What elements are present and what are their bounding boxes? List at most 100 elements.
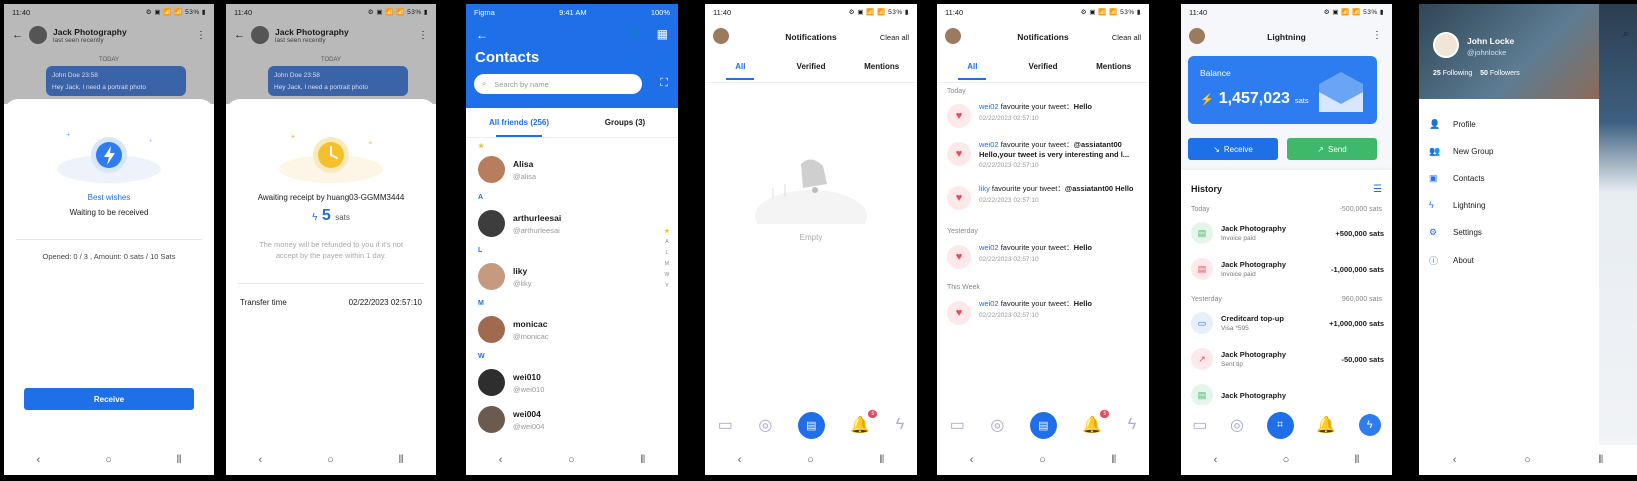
back-nav-icon[interactable]: ‹ (36, 454, 40, 466)
search-icon[interactable]: ⌕ (1623, 28, 1629, 41)
tab-all[interactable]: All (937, 62, 1008, 84)
home-nav-icon[interactable]: ○ (327, 454, 334, 466)
drawer-item-lightning[interactable]: ϟ Lightning (1429, 200, 1485, 210)
index-item[interactable]: A (664, 237, 670, 248)
clean-all-button[interactable]: Clean all (1112, 33, 1141, 42)
notif-user[interactable]: wei02 (979, 299, 999, 308)
receive-button[interactable]: ↘ Receive (1188, 138, 1278, 160)
grid-icon[interactable]: ▦ (657, 27, 668, 41)
back-nav-icon[interactable]: ‹ (499, 454, 503, 466)
index-item[interactable]: M (664, 259, 670, 270)
scan-icon[interactable]: ⛶ (660, 77, 668, 90)
recents-nav-icon[interactable]: ⦀ (1111, 454, 1116, 467)
group-icon: 👥 (1429, 146, 1441, 156)
following-label[interactable]: Following (1443, 70, 1473, 77)
notification-item[interactable]: ♥ wei02 favourite your tweet：Hello 02/22/2… (947, 299, 1143, 325)
message-fab-icon[interactable]: ▤ (797, 411, 825, 439)
chat-icon[interactable]: ▭ (950, 415, 965, 435)
more-icon[interactable]: ⋮ (418, 30, 428, 41)
home-nav-icon[interactable]: ○ (1524, 454, 1531, 466)
avatar[interactable] (1433, 32, 1459, 58)
drawer-item-new-group[interactable]: 👥 New Group (1429, 146, 1493, 157)
list-item[interactable]: arthurleesai @arthurleesai (478, 210, 561, 237)
tab-verified[interactable]: Verified (776, 62, 847, 84)
tab-groups[interactable]: Groups (3) (572, 108, 678, 137)
alphabet-index[interactable]: ★ A L M W Y (664, 226, 670, 292)
home-nav-icon[interactable]: ○ (568, 454, 575, 466)
recents-nav-icon[interactable]: ⦀ (177, 454, 182, 467)
tab-mentions[interactable]: Mentions (846, 62, 917, 84)
drawer-item-contacts[interactable]: ▣ Contacts (1429, 173, 1485, 184)
back-nav-icon[interactable]: ‹ (738, 454, 742, 466)
lightning-tab-icon[interactable]: ϟ (1358, 414, 1381, 436)
compass-icon[interactable]: ◎ (1230, 415, 1244, 435)
tab-verified[interactable]: Verified (1008, 62, 1079, 84)
home-nav-icon[interactable]: ○ (1039, 454, 1046, 466)
recents-nav-icon[interactable]: ⦀ (1598, 454, 1603, 467)
list-item[interactable]: liky @liky (478, 263, 531, 290)
notification-item[interactable]: ♥ wei02 favourite your tweet：Hello 02/22/2… (947, 102, 1143, 128)
list-item[interactable]: wei004 @wei004 (478, 406, 544, 433)
clean-all-button[interactable]: Clean all (880, 33, 909, 42)
compass-icon[interactable]: ◎ (990, 415, 1004, 435)
bell-icon[interactable]: 🔔 (1316, 415, 1336, 435)
drawer-item-profile[interactable]: 👤 Profile (1429, 119, 1476, 130)
home-nav-icon[interactable]: ○ (1283, 454, 1290, 466)
back-nav-icon[interactable]: ‹ (1214, 454, 1218, 466)
notif-user[interactable]: wei02 (979, 243, 999, 252)
back-nav-icon[interactable]: ‹ (258, 454, 262, 466)
tab-all[interactable]: All (705, 62, 776, 84)
notif-user[interactable]: liky (979, 184, 990, 193)
bell-icon[interactable]: 🔔 5 (1082, 410, 1110, 435)
lightning-icon[interactable]: ϟ (1128, 416, 1136, 434)
transaction-row[interactable]: ▭ Creditcard top-up Visa *595 +1,000,000 sa… (1191, 312, 1384, 334)
transaction-row[interactable]: ▤ Jack Photography (1191, 384, 1384, 406)
list-item[interactable]: Alisa @alisa (478, 156, 536, 183)
compass-icon[interactable]: ◎ (758, 415, 772, 435)
notification-item[interactable]: ♥ liky favourite your tweet：@assiatant00 … (947, 184, 1143, 210)
recents-nav-icon[interactable]: ⦀ (879, 454, 884, 467)
tab-all-friends[interactable]: All friends (256) (466, 108, 572, 137)
drawer-item-about[interactable]: ⓘ About (1429, 254, 1474, 267)
followers-count: 50 (1480, 70, 1488, 77)
recents-nav-icon[interactable]: ⦀ (640, 454, 645, 467)
add-contact-icon[interactable]: 👤 (630, 28, 642, 39)
drawer-item-settings[interactable]: ⚙ Settings (1429, 227, 1482, 238)
notif-user[interactable]: wei02 (979, 140, 999, 149)
transaction-row[interactable]: ▤ Jack Photography Invoice paid +500,000 sa… (1191, 222, 1384, 244)
transaction-row[interactable]: ▤ Jack Photography Invoice paid -1,000,000 … (1191, 258, 1384, 280)
chat-icon[interactable]: ▭ (718, 415, 733, 435)
lightning-icon[interactable]: ϟ (896, 416, 904, 434)
tab-mentions[interactable]: Mentions (1078, 62, 1149, 84)
followers-label[interactable]: Followers (1490, 70, 1520, 77)
transaction-row[interactable]: ↗ Jack Photography Sent tip -50,000 sats (1191, 348, 1384, 370)
index-item[interactable]: L (664, 248, 670, 259)
index-item[interactable]: Y (664, 281, 670, 292)
search-input[interactable]: ⌕ Search by name (474, 74, 642, 94)
notification-item[interactable]: ♥ wei02 favourite your tweet：Hello 02/22/2… (947, 243, 1143, 269)
send-button[interactable]: ↗ Send (1287, 138, 1377, 160)
home-nav-icon[interactable]: ○ (807, 454, 814, 466)
list-item[interactable]: wei010 @wei010 (478, 369, 544, 396)
notification-item[interactable]: ♥ wei02 favourite your tweet：@assiatant00… (947, 140, 1143, 169)
index-item[interactable]: W (664, 270, 670, 281)
more-icon[interactable]: ⋮ (196, 30, 206, 41)
message-fab-icon[interactable]: ▤ (1029, 411, 1057, 439)
back-icon[interactable]: ← (476, 28, 488, 42)
receive-button[interactable]: Receive (24, 388, 194, 410)
scan-fab-icon[interactable]: ⌗ (1266, 411, 1294, 439)
back-nav-icon[interactable]: ‹ (1453, 454, 1457, 466)
recents-nav-icon[interactable]: ⦀ (1354, 454, 1359, 467)
recents-nav-icon[interactable]: ⦀ (399, 454, 404, 467)
index-item[interactable]: ★ (664, 226, 670, 237)
bell-icon[interactable]: 🔔 5 (850, 410, 878, 435)
notif-user[interactable]: wei02 (979, 102, 999, 111)
back-icon[interactable]: ← (12, 29, 23, 41)
list-item[interactable]: monicac @monicac (478, 316, 549, 343)
chat-icon[interactable]: ▭ (1192, 415, 1207, 435)
filter-icon[interactable]: ☰ (1373, 184, 1382, 195)
back-nav-icon[interactable]: ‹ (970, 454, 974, 466)
back-icon[interactable]: ← (234, 29, 245, 41)
more-icon[interactable]: ⋮ (1372, 30, 1382, 41)
home-nav-icon[interactable]: ○ (105, 454, 112, 466)
